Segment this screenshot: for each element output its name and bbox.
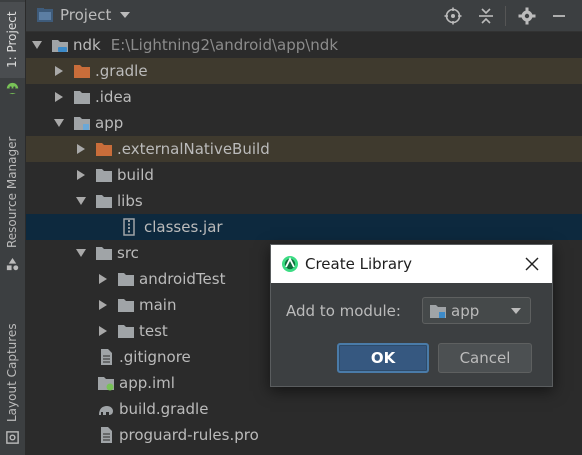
- module-folder-icon: [73, 115, 91, 131]
- dialog-titlebar[interactable]: Create Library: [271, 245, 552, 283]
- tree-label-idea: .idea: [95, 88, 132, 106]
- gear-icon: [518, 7, 536, 25]
- minimize-icon: [553, 15, 565, 17]
- ok-button[interactable]: OK: [337, 343, 429, 373]
- text-file-icon: [97, 349, 115, 365]
- jar-file-icon: [120, 218, 138, 236]
- gradle-icon: [97, 401, 115, 417]
- android-studio-icon: [282, 256, 298, 272]
- module-select-value: app: [451, 301, 480, 320]
- collapsed-arrow-icon[interactable]: [97, 273, 109, 285]
- dialog-title: Create Library: [305, 255, 413, 273]
- tool-window-strip: 1: Project Resource Manager Layout Captu…: [0, 0, 26, 455]
- tree-node-proguard[interactable]: proguard-rules.pro: [26, 422, 582, 448]
- folder-icon: [117, 271, 135, 287]
- collapsed-arrow-icon[interactable]: [53, 65, 65, 77]
- collapse-icon: [479, 8, 493, 24]
- collapsed-arrow-icon[interactable]: [97, 299, 109, 311]
- settings-button[interactable]: [517, 6, 537, 26]
- tree-node-idea[interactable]: .idea: [26, 84, 582, 110]
- tree-label-build: build: [117, 166, 154, 184]
- tree-path-ndk: E:\Lightning2\android\app\ndk: [110, 36, 339, 54]
- text-file-icon: [97, 427, 115, 443]
- tree-node-build-gradle[interactable]: build.gradle: [26, 396, 582, 422]
- tree-label-libs: libs: [117, 192, 143, 210]
- excluded-folder-icon: [73, 63, 91, 79]
- tree-label-app-iml: app.iml: [119, 374, 175, 392]
- tree-node-app[interactable]: app: [26, 110, 582, 136]
- module-folder-icon: [430, 304, 446, 318]
- tree-label-gradle: .gradle: [95, 62, 148, 80]
- locate-file-button[interactable]: [443, 6, 463, 26]
- tree-node-ndk[interactable]: ndk E:\Lightning2\android\app\ndk: [26, 32, 582, 58]
- collapsed-arrow-icon[interactable]: [97, 325, 109, 337]
- module-select[interactable]: app: [422, 297, 531, 324]
- project-tool-tab[interactable]: 1: Project: [0, 2, 25, 78]
- folder-icon: [73, 89, 91, 105]
- tree-label-build-gradle: build.gradle: [119, 400, 209, 418]
- expanded-arrow-icon[interactable]: [53, 117, 65, 129]
- tree-label-gitignore: .gitignore: [119, 348, 191, 366]
- collapse-all-button[interactable]: [476, 6, 496, 26]
- hide-panel-button[interactable]: [549, 6, 569, 26]
- module-label: Add to module:: [286, 302, 401, 320]
- layout-captures-tab[interactable]: Layout Captures: [0, 318, 25, 428]
- create-library-dialog: Create Library Add to module: app OK Can…: [270, 244, 553, 387]
- project-panel-header: Project: [26, 0, 582, 32]
- tree-node-build[interactable]: build: [26, 162, 582, 188]
- folder-icon: [95, 193, 113, 209]
- target-icon: [444, 7, 462, 25]
- folder-icon: [117, 323, 135, 339]
- tree-label-classes-jar: classes.jar: [144, 218, 223, 236]
- expanded-arrow-icon[interactable]: [75, 247, 87, 259]
- tree-label-src: src: [117, 244, 139, 262]
- tree-label-ndk: ndk: [73, 36, 101, 54]
- expanded-arrow-icon[interactable]: [75, 195, 87, 207]
- project-root-icon: [51, 37, 69, 53]
- close-icon[interactable]: [524, 256, 540, 272]
- layout-captures-tab-label: Layout Captures: [5, 323, 19, 423]
- excluded-folder-icon: [95, 141, 113, 157]
- tree-node-external-native-build[interactable]: .externalNativeBuild: [26, 136, 582, 162]
- expanded-arrow-icon[interactable]: [31, 39, 43, 51]
- shapes-icon: [6, 257, 19, 271]
- project-view-title: Project: [60, 6, 112, 24]
- folder-icon: [95, 245, 113, 261]
- cancel-button[interactable]: Cancel: [438, 343, 532, 373]
- tree-label-external-native-build: .externalNativeBuild: [117, 140, 270, 158]
- folder-icon: [95, 167, 113, 183]
- project-folder-icon: [37, 8, 53, 22]
- collapsed-arrow-icon[interactable]: [75, 169, 87, 181]
- tree-node-classes-jar[interactable]: classes.jar: [26, 214, 582, 240]
- tree-label-app: app: [95, 114, 124, 132]
- collapsed-arrow-icon[interactable]: [53, 91, 65, 103]
- tree-node-gradle[interactable]: .gradle: [26, 58, 582, 84]
- module-file-icon: [97, 375, 115, 391]
- tree-node-libs[interactable]: libs: [26, 188, 582, 214]
- tree-label-test: test: [139, 322, 168, 340]
- header-divider: [505, 6, 506, 26]
- tree-label-proguard: proguard-rules.pro: [119, 426, 259, 444]
- project-tool-tab-label: 1: Project: [5, 11, 19, 69]
- tree-label-android-test: androidTest: [139, 270, 226, 288]
- folder-icon: [117, 297, 135, 313]
- tree-label-main: main: [139, 296, 177, 314]
- chevron-down-icon: [511, 308, 521, 314]
- project-view-selector[interactable]: Project: [36, 5, 131, 25]
- resource-manager-tab-label: Resource Manager: [5, 136, 19, 248]
- chevron-down-icon: [120, 12, 131, 18]
- layout-capture-icon: [6, 431, 19, 444]
- resource-manager-tab[interactable]: Resource Manager: [0, 130, 25, 254]
- collapsed-arrow-icon[interactable]: [75, 143, 87, 155]
- android-icon: [6, 82, 19, 95]
